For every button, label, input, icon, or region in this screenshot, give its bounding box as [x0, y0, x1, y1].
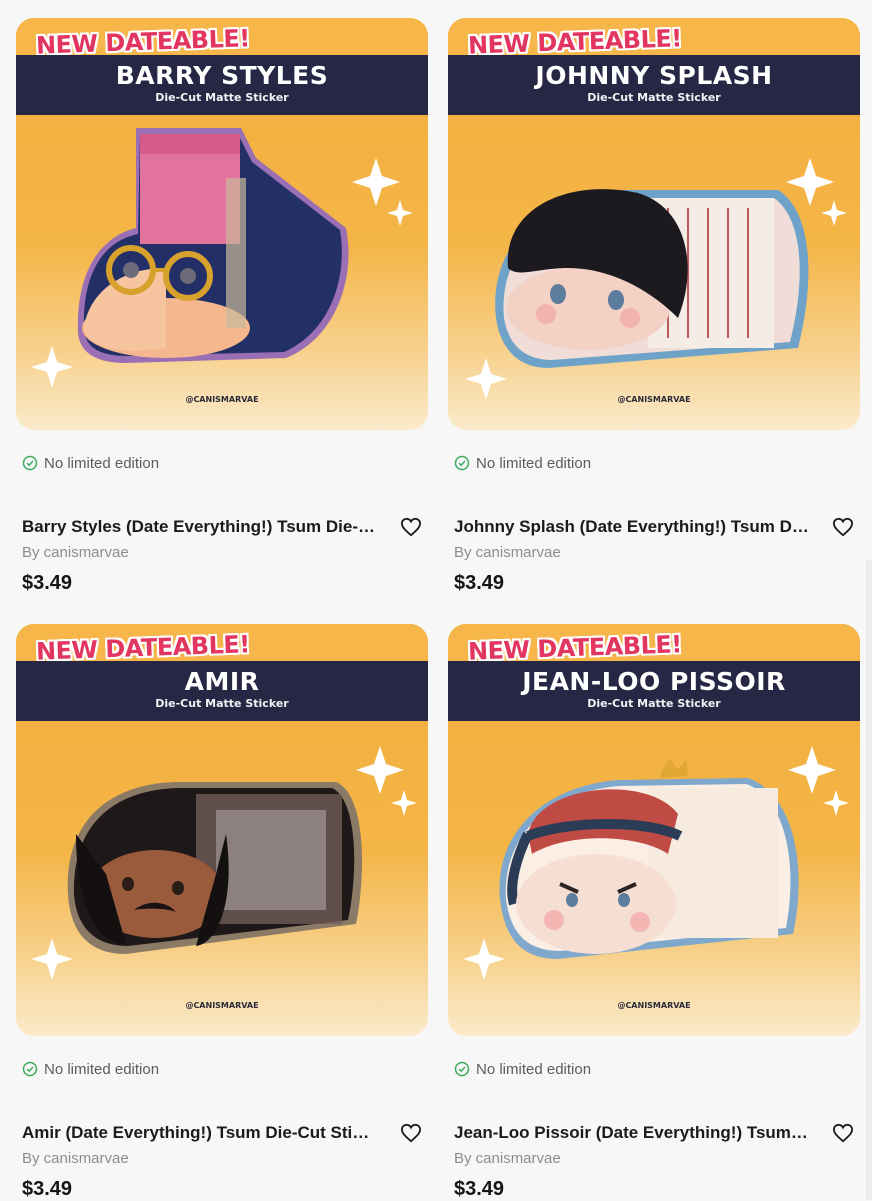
- author-link[interactable]: By canismarvae: [454, 1150, 561, 1167]
- sticker-banner: JOHNNY SPLASH Die-Cut Matte Sticker: [448, 55, 860, 115]
- artist-credit: @CANISMARVAE: [185, 395, 259, 404]
- sparkle-icon: [788, 746, 836, 794]
- banner-title: JOHNNY SPLASH: [535, 61, 773, 90]
- product-card[interactable]: NEW DATEABLE! AMIR Die-Cut Matte Sticker…: [16, 624, 428, 1200]
- heart-outline-icon[interactable]: [832, 1123, 854, 1143]
- sparkle-icon: [823, 790, 849, 816]
- edition-badge-text: No limited edition: [44, 1060, 160, 1078]
- sparkle-icon: [786, 158, 834, 206]
- check-circle-icon: [454, 1061, 470, 1077]
- product-card[interactable]: NEW DATEABLE! JOHNNY SPLASH Die-Cut Matt…: [448, 18, 860, 594]
- author-link[interactable]: By canismarvae: [22, 1150, 129, 1167]
- sparkle-icon: [352, 158, 400, 206]
- product-title-row: Barry Styles (Date Everything!) Tsum Die…: [22, 515, 422, 539]
- sparkle-icon: [465, 358, 507, 398]
- product-image[interactable]: NEW DATEABLE! JEAN-LOO PISSOIR Die-Cut M…: [448, 624, 860, 1036]
- check-circle-icon: [22, 455, 38, 471]
- product-price: $3.49: [454, 572, 505, 594]
- product-title-link[interactable]: Amir (Date Everything!) Tsum Die-Cut Sti…: [22, 1123, 377, 1143]
- product-image[interactable]: NEW DATEABLE! BARRY STYLES Die-Cut Matte…: [16, 18, 428, 430]
- sparkle-icon: [387, 200, 413, 226]
- product-title-link[interactable]: Jean-Loo Pissoir (Date Everything!) Tsum…: [454, 1123, 809, 1143]
- banner-subtitle: Die-Cut Matte Sticker: [587, 91, 721, 104]
- sticker-banner: AMIR Die-Cut Matte Sticker: [16, 661, 428, 721]
- edition-badge-text: No limited edition: [476, 1060, 592, 1078]
- banner-title: JEAN-LOO PISSOIR: [522, 667, 786, 696]
- sticker-banner: BARRY STYLES Die-Cut Matte Sticker: [16, 55, 428, 115]
- product-meta: No limited edition Amir (Date Everything…: [22, 1060, 422, 1200]
- sparkle-icon: [31, 938, 73, 980]
- product-image[interactable]: NEW DATEABLE! JOHNNY SPLASH Die-Cut Matt…: [448, 18, 860, 430]
- product-title-row: Amir (Date Everything!) Tsum Die-Cut Sti…: [22, 1121, 422, 1145]
- heart-outline-icon[interactable]: [832, 517, 854, 537]
- edition-badge-text: No limited edition: [44, 454, 160, 472]
- sticker-illustration: [31, 128, 413, 388]
- page-scrollbar[interactable]: [866, 560, 872, 1200]
- product-card[interactable]: NEW DATEABLE! BARRY STYLES Die-Cut Matte…: [16, 18, 428, 594]
- artist-credit: @CANISMARVAE: [185, 1001, 259, 1010]
- product-title-row: Jean-Loo Pissoir (Date Everything!) Tsum…: [454, 1121, 854, 1145]
- artist-credit: @CANISMARVAE: [617, 395, 691, 404]
- check-circle-icon: [454, 455, 470, 471]
- banner-subtitle: Die-Cut Matte Sticker: [155, 697, 289, 710]
- sticker-illustration: [463, 746, 849, 980]
- banner-subtitle: Die-Cut Matte Sticker: [155, 91, 289, 104]
- edition-badge-text: No limited edition: [476, 454, 592, 472]
- sparkle-icon: [391, 790, 417, 816]
- sparkle-icon: [31, 346, 73, 388]
- product-price: $3.49: [22, 1178, 73, 1200]
- product-meta: No limited edition Barry Styles (Date Ev…: [22, 454, 422, 594]
- sticker-illustration: [465, 158, 847, 398]
- edition-badge: No limited edition: [22, 454, 422, 472]
- product-meta: No limited edition Johnny Splash (Date E…: [454, 454, 854, 594]
- edition-badge: No limited edition: [22, 1060, 422, 1078]
- product-price: $3.49: [22, 572, 73, 594]
- product-price: $3.49: [454, 1178, 505, 1200]
- banner-title: AMIR: [184, 667, 260, 696]
- product-title-row: Johnny Splash (Date Everything!) Tsum Di…: [454, 515, 854, 539]
- check-circle-icon: [22, 1061, 38, 1077]
- product-card[interactable]: NEW DATEABLE! JEAN-LOO PISSOIR Die-Cut M…: [448, 624, 860, 1200]
- product-title-link[interactable]: Barry Styles (Date Everything!) Tsum Die…: [22, 517, 377, 537]
- author-link[interactable]: By canismarvae: [22, 544, 129, 561]
- author-link[interactable]: By canismarvae: [454, 544, 561, 561]
- edition-badge: No limited edition: [454, 454, 854, 472]
- product-image[interactable]: NEW DATEABLE! AMIR Die-Cut Matte Sticker…: [16, 624, 428, 1036]
- sticker-banner: JEAN-LOO PISSOIR Die-Cut Matte Sticker: [448, 661, 860, 721]
- banner-subtitle: Die-Cut Matte Sticker: [587, 697, 721, 710]
- heart-outline-icon[interactable]: [400, 1123, 422, 1143]
- artist-credit: @CANISMARVAE: [617, 1001, 691, 1010]
- banner-title: BARRY STYLES: [115, 61, 329, 90]
- sticker-illustration: [31, 746, 417, 980]
- sparkle-icon: [821, 200, 847, 226]
- product-meta: No limited edition Jean-Loo Pissoir (Dat…: [454, 1060, 854, 1200]
- sparkle-icon: [356, 746, 404, 794]
- heart-outline-icon[interactable]: [400, 517, 422, 537]
- edition-badge: No limited edition: [454, 1060, 854, 1078]
- sparkle-icon: [463, 938, 505, 980]
- product-title-link[interactable]: Johnny Splash (Date Everything!) Tsum Di…: [454, 517, 809, 537]
